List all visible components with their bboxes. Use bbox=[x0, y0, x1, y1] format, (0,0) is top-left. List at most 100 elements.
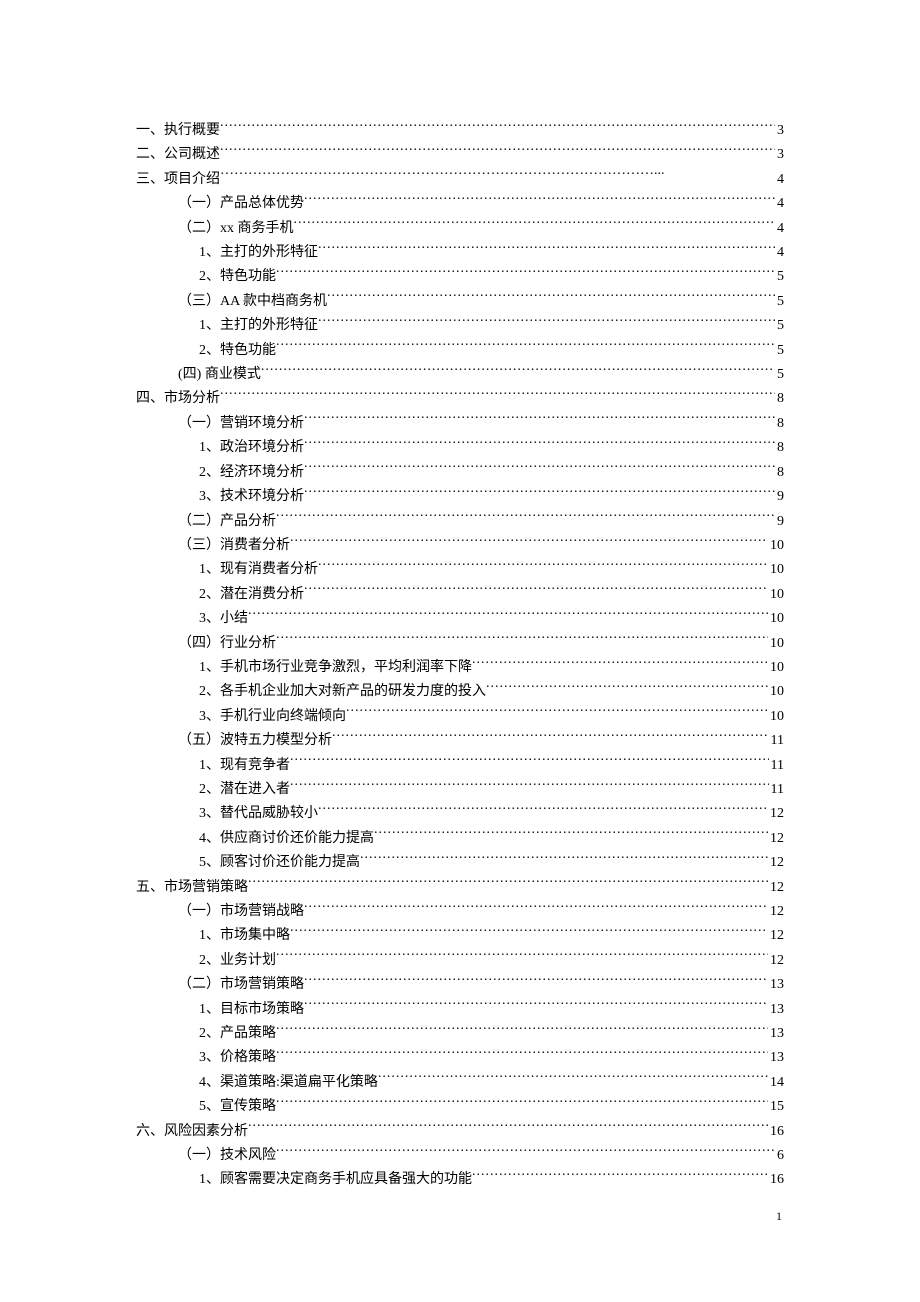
toc-leader bbox=[276, 1094, 768, 1110]
toc-entry-page: 5 bbox=[775, 339, 784, 362]
toc-entry[interactable]: （二）产品分析9 bbox=[136, 509, 784, 533]
toc-leader bbox=[304, 484, 775, 500]
toc-entry-page: 12 bbox=[768, 827, 784, 850]
toc-entry[interactable]: （一）产品总体优势4 bbox=[136, 191, 784, 215]
toc-entry-label: 1、目标市场策略 bbox=[199, 998, 304, 1021]
toc-entry[interactable]: 1、现有消费者分析10 bbox=[136, 557, 784, 581]
toc-entry-label: 5、宣传策略 bbox=[199, 1095, 276, 1118]
toc-entry-label: 2、潜在进入者 bbox=[199, 778, 290, 801]
toc-leader bbox=[294, 216, 776, 232]
toc-entry-page: 15 bbox=[768, 1095, 784, 1118]
toc-entry-label: （四）行业分析 bbox=[178, 632, 276, 655]
toc-entry[interactable]: 1、手机市场行业竞争激烈，平均利润率下降10 bbox=[136, 655, 784, 679]
toc-leader bbox=[290, 753, 769, 769]
toc-entry[interactable]: 3、价格策略13 bbox=[136, 1045, 784, 1069]
toc-entry[interactable]: （一）技术风险6 bbox=[136, 1143, 784, 1167]
toc-entry[interactable]: 2、产品策略13 bbox=[136, 1021, 784, 1045]
toc-entry[interactable]: 3、小结10 bbox=[136, 606, 784, 630]
toc-entry-page: 12 bbox=[768, 949, 784, 972]
toc-entry[interactable]: 四、市场分析8 bbox=[136, 386, 784, 410]
toc-entry[interactable]: 1、现有竞争者11 bbox=[136, 753, 784, 777]
toc-leader bbox=[304, 972, 768, 988]
toc-entry[interactable]: 六、风险因素分析16 bbox=[136, 1119, 784, 1143]
toc-entry-label: 4、供应商讨价还价能力提高 bbox=[199, 827, 374, 850]
toc-entry[interactable]: 1、主打的外形特征4 bbox=[136, 240, 784, 264]
toc-leader bbox=[248, 875, 768, 891]
toc-leader bbox=[472, 1167, 768, 1183]
toc-entry[interactable]: 5、宣传策略 15 bbox=[136, 1094, 784, 1118]
toc-entry-page: 10 bbox=[768, 607, 784, 630]
toc-entry-page: 14 bbox=[768, 1071, 784, 1094]
toc-leader bbox=[220, 167, 775, 183]
toc-entry-page: 4 bbox=[775, 168, 784, 191]
toc-entry-label: 3、替代品威胁较小 bbox=[199, 802, 318, 825]
toc-entry-label: （一）营销环境分析 bbox=[178, 412, 304, 435]
toc-entry[interactable]: （三）消费者分析10 bbox=[136, 533, 784, 557]
toc-entry[interactable]: 2、潜在进入者 11 bbox=[136, 777, 784, 801]
toc-entry-label: 2、特色功能 bbox=[199, 265, 276, 288]
toc-entry-page: 11 bbox=[769, 754, 784, 777]
toc-entry-page: 12 bbox=[768, 924, 784, 947]
toc-entry[interactable]: 一、执行概要 3 bbox=[136, 118, 784, 142]
toc-entry-label: 2、经济环境分析 bbox=[199, 461, 304, 484]
toc-leader bbox=[304, 460, 775, 476]
toc-entry-page: 3 bbox=[775, 119, 784, 142]
toc-entry[interactable]: 五、市场营销策略 12 bbox=[136, 875, 784, 899]
toc-entry[interactable]: （一）营销环境分析8 bbox=[136, 411, 784, 435]
toc-entry-page: 8 bbox=[775, 461, 784, 484]
toc-entry-label: 2、业务计划 bbox=[199, 949, 276, 972]
toc-entry-page: 11 bbox=[769, 778, 784, 801]
toc-entry[interactable]: 3、技术环境分析9 bbox=[136, 484, 784, 508]
toc-entry-page: 12 bbox=[768, 900, 784, 923]
toc-entry[interactable]: 2、潜在消费分析10 bbox=[136, 582, 784, 606]
toc-entry-page: 9 bbox=[775, 485, 784, 508]
toc-entry-label: 3、手机行业向终端倾向 bbox=[199, 705, 346, 728]
toc-entry[interactable]: 4、渠道策略:渠道扁平化策略 14 bbox=[136, 1070, 784, 1094]
toc-entry-label: 2、各手机企业加大对新产品的研发力度的投入 bbox=[199, 680, 486, 703]
toc-entry[interactable]: （三）AA 款中档商务机5 bbox=[136, 289, 784, 313]
toc-entry[interactable]: 4、供应商讨价还价能力提高 12 bbox=[136, 826, 784, 850]
toc-entry-page: 3 bbox=[775, 143, 784, 166]
toc-entry-page: 12 bbox=[768, 876, 784, 899]
toc-entry[interactable]: 2、特色功能5 bbox=[136, 338, 784, 362]
toc-entry[interactable]: 3、手机行业向终端倾向 10 bbox=[136, 704, 784, 728]
toc-entry[interactable]: （二）xx 商务手机4 bbox=[136, 216, 784, 240]
toc-entry[interactable]: 3、替代品威胁较小12 bbox=[136, 801, 784, 825]
toc-entry[interactable]: (四) 商业模式5 bbox=[136, 362, 784, 386]
toc-entry-label: （二）xx 商务手机 bbox=[178, 217, 294, 240]
toc-entry[interactable]: （二）市场营销策略13 bbox=[136, 972, 784, 996]
table-of-contents: 一、执行概要 3二、公司概述3三、项目介绍4（一）产品总体优势4（二）xx 商务手… bbox=[136, 118, 784, 1192]
toc-entry[interactable]: 2、经济环境分析 8 bbox=[136, 460, 784, 484]
toc-entry[interactable]: 1、主打的外形特征5 bbox=[136, 313, 784, 337]
toc-leader bbox=[220, 118, 775, 134]
toc-entry[interactable]: 1、顾客需要决定商务手机应具备强大的功能16 bbox=[136, 1167, 784, 1191]
toc-entry[interactable]: （一）市场营销战略 12 bbox=[136, 899, 784, 923]
toc-entry[interactable]: 2、各手机企业加大对新产品的研发力度的投入10 bbox=[136, 679, 784, 703]
toc-entry[interactable]: 二、公司概述3 bbox=[136, 142, 784, 166]
toc-entry-label: （一）市场营销战略 bbox=[178, 900, 304, 923]
toc-entry-label: 一、执行概要 bbox=[136, 119, 220, 142]
toc-leader bbox=[374, 826, 768, 842]
toc-entry-label: 五、市场营销策略 bbox=[136, 876, 248, 899]
toc-entry-page: 11 bbox=[769, 729, 784, 752]
toc-entry-label: （五）波特五力模型分析 bbox=[178, 729, 332, 752]
toc-entry[interactable]: 2、业务计划 12 bbox=[136, 948, 784, 972]
toc-entry[interactable]: 1、市场集中略12 bbox=[136, 923, 784, 947]
toc-leader bbox=[276, 264, 775, 280]
toc-entry-label: （三）消费者分析 bbox=[178, 534, 290, 557]
toc-entry-page: 4 bbox=[775, 192, 784, 215]
toc-entry-label: 3、价格策略 bbox=[199, 1046, 276, 1069]
toc-entry[interactable]: （四）行业分析 10 bbox=[136, 631, 784, 655]
toc-entry[interactable]: 5、顾客讨价还价能力提高12 bbox=[136, 850, 784, 874]
toc-entry[interactable]: 2、特色功能5 bbox=[136, 264, 784, 288]
toc-entry-page: 10 bbox=[768, 632, 784, 655]
toc-entry-label: （二）市场营销策略 bbox=[178, 973, 304, 996]
toc-leader bbox=[486, 679, 768, 695]
toc-leader bbox=[304, 411, 775, 427]
toc-entry[interactable]: 1、目标市场策略 13 bbox=[136, 997, 784, 1021]
toc-entry[interactable]: 三、项目介绍4 bbox=[136, 167, 784, 191]
toc-entry[interactable]: 1、政治环境分析8 bbox=[136, 435, 784, 459]
toc-entry[interactable]: （五）波特五力模型分析 11 bbox=[136, 728, 784, 752]
toc-entry-page: 13 bbox=[768, 998, 784, 1021]
toc-entry-page: 10 bbox=[768, 705, 784, 728]
